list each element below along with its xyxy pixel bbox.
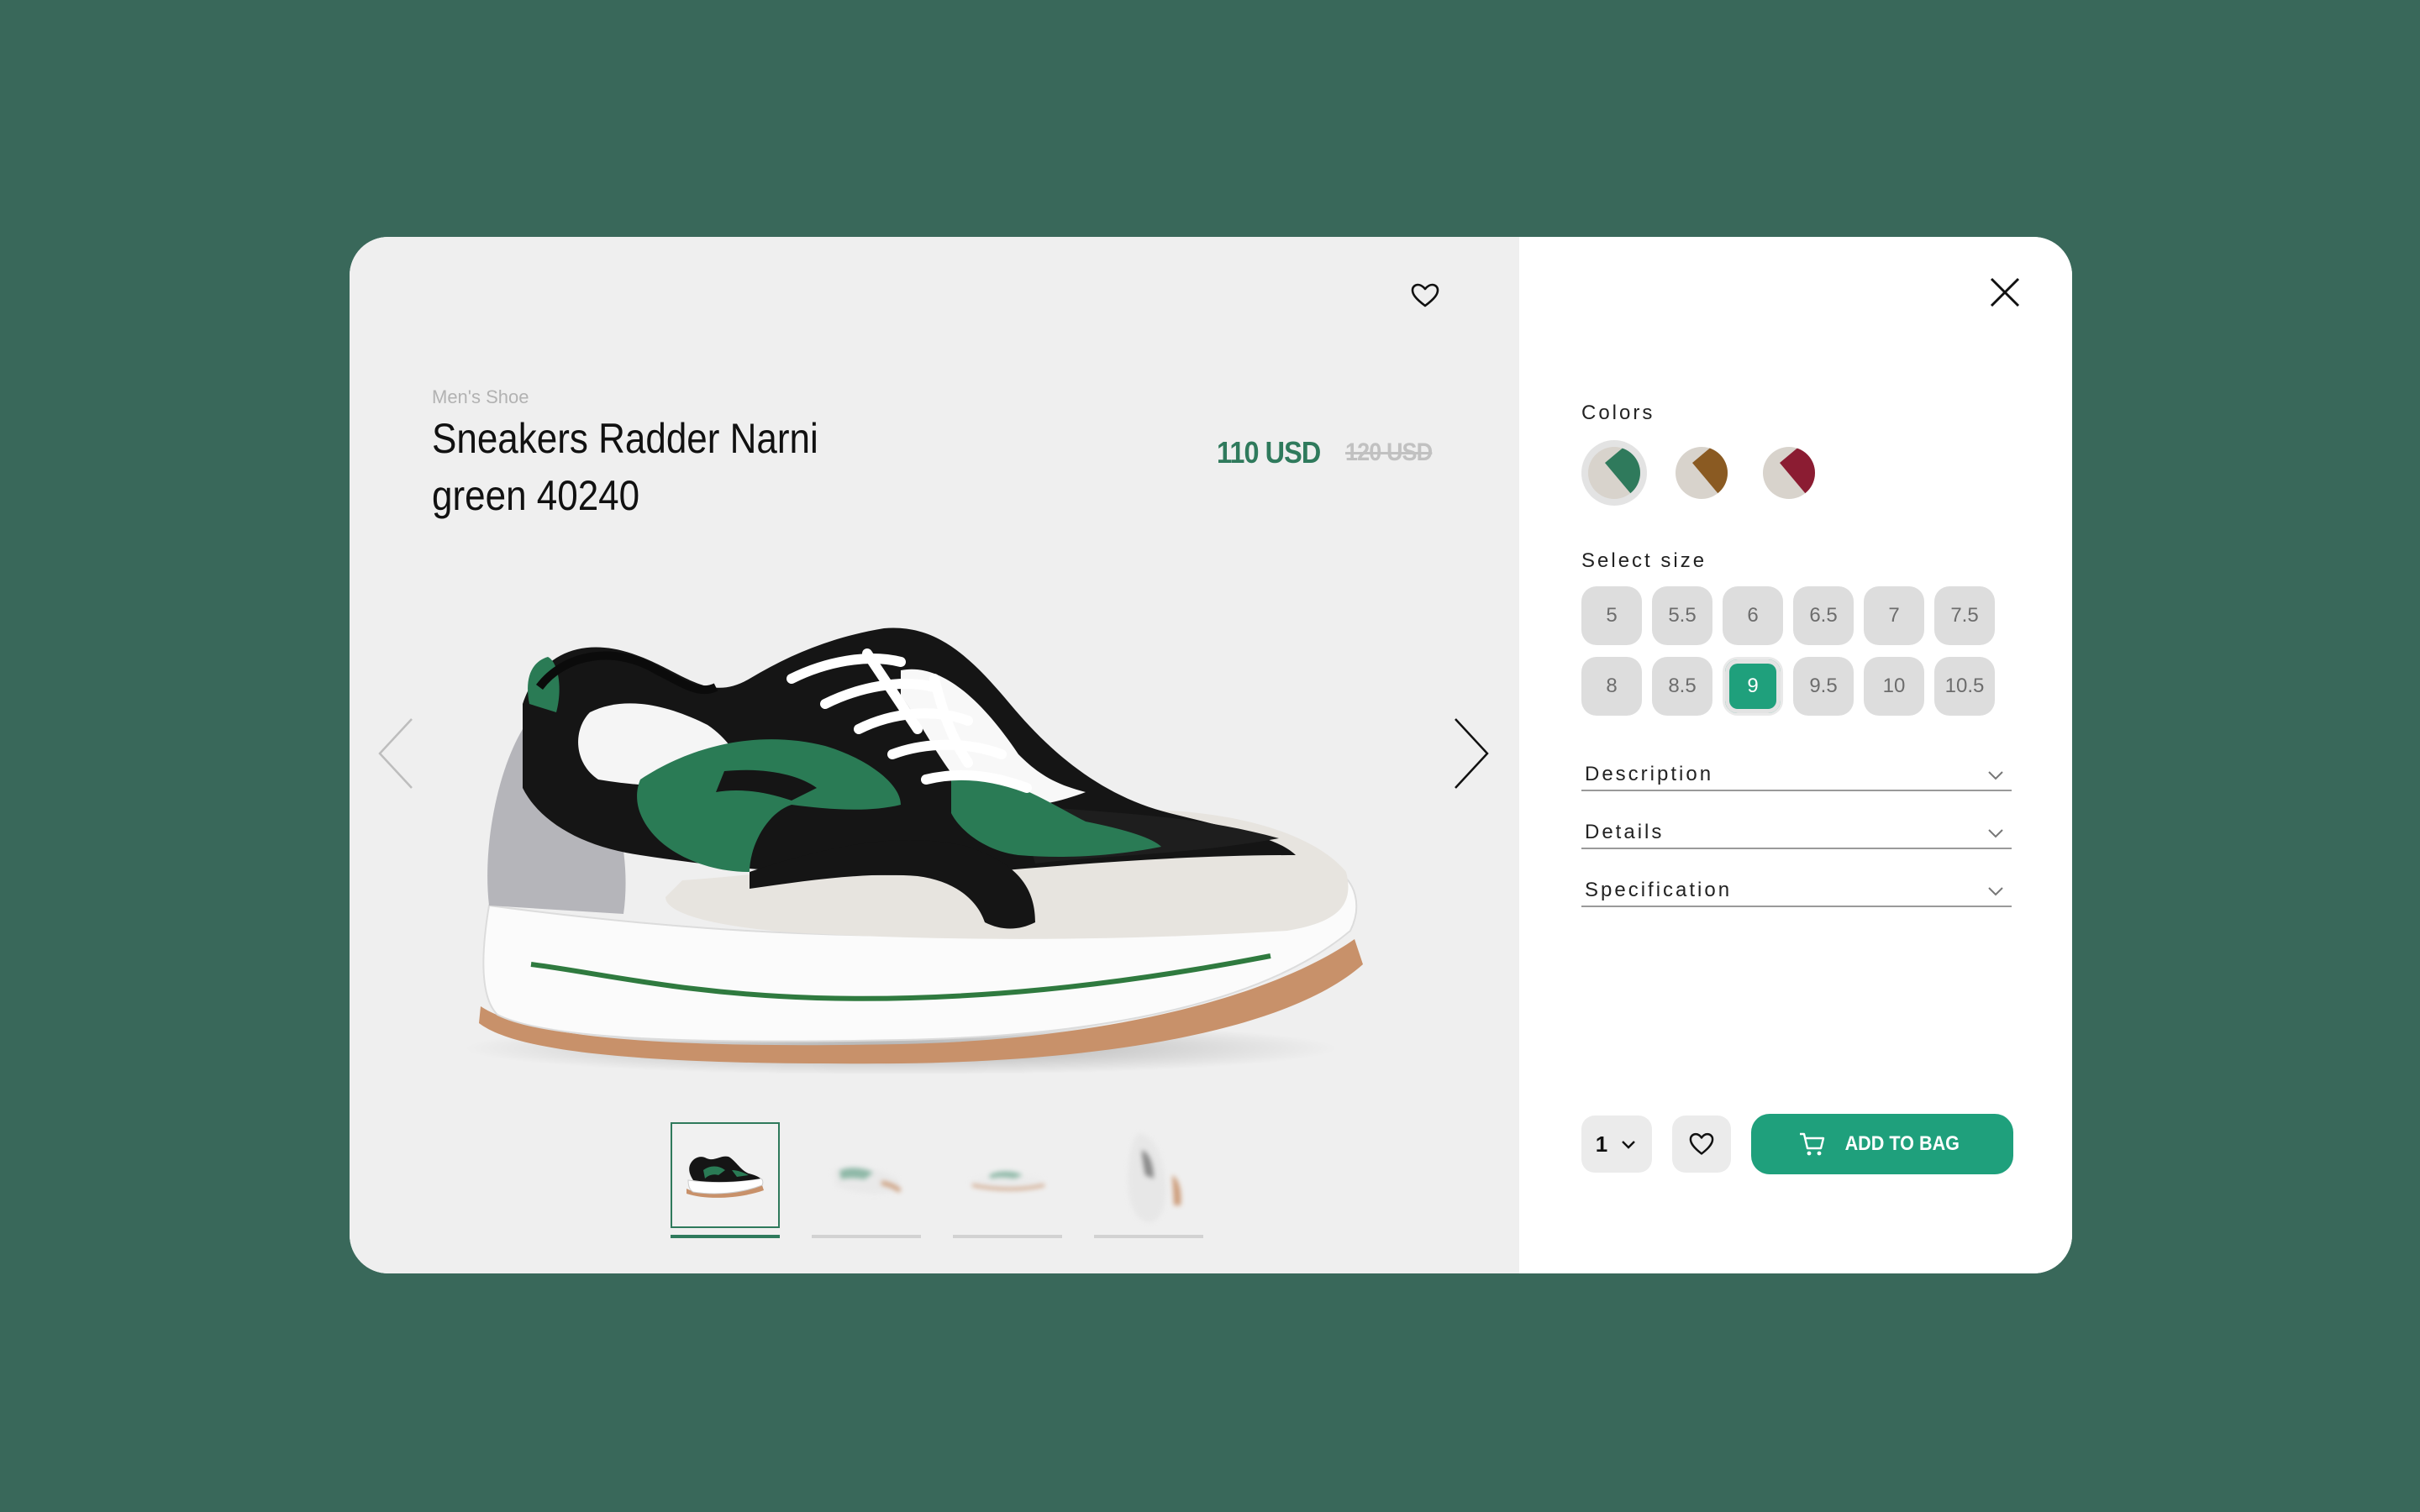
thumbnail-strip bbox=[671, 1122, 1203, 1238]
color-swatch-green[interactable] bbox=[1581, 440, 1647, 506]
cart-icon bbox=[1800, 1132, 1825, 1156]
heart-icon[interactable] bbox=[1407, 277, 1444, 314]
accordion-details[interactable]: Details bbox=[1581, 821, 2012, 849]
size-option[interactable]: 9.5 bbox=[1793, 657, 1854, 716]
thumbnail-3[interactable] bbox=[953, 1122, 1062, 1238]
add-to-bag-button[interactable]: ADD TO BAG bbox=[1751, 1114, 2013, 1174]
product-price: 110 USD bbox=[1217, 435, 1321, 470]
quantity-value: 1 bbox=[1595, 1131, 1608, 1157]
chevron-left-icon[interactable] bbox=[375, 716, 417, 791]
thumbnail-image bbox=[833, 1166, 902, 1194]
product-title: Sneakers Radder Narni green 40240 bbox=[432, 415, 818, 519]
size-option[interactable]: 10 bbox=[1864, 657, 1924, 716]
add-to-wishlist-button[interactable] bbox=[1672, 1116, 1731, 1173]
size-option[interactable]: 6.5 bbox=[1793, 586, 1854, 645]
color-swatches bbox=[1581, 440, 1822, 506]
add-to-bag-label: ADD TO BAG bbox=[1844, 1132, 1960, 1155]
color-swatch-brown[interactable] bbox=[1669, 440, 1734, 506]
chevron-down-icon bbox=[1988, 771, 2003, 780]
thumbnail-image bbox=[687, 1156, 764, 1198]
size-option[interactable]: 8 bbox=[1581, 657, 1642, 716]
chevron-down-icon bbox=[1988, 887, 2003, 896]
thumbnail-indicator bbox=[1094, 1235, 1203, 1238]
chevron-right-icon[interactable] bbox=[1450, 716, 1492, 791]
size-option-selected[interactable]: 9 bbox=[1723, 657, 1783, 716]
thumbnail-2[interactable] bbox=[812, 1122, 921, 1238]
size-option[interactable]: 7.5 bbox=[1934, 586, 1995, 645]
size-option[interactable]: 5.5 bbox=[1652, 586, 1712, 645]
close-icon[interactable] bbox=[1985, 272, 2025, 312]
quantity-select[interactable]: 1 bbox=[1581, 1116, 1652, 1173]
thumbnail-indicator bbox=[812, 1235, 921, 1238]
product-category: Men's Shoe bbox=[432, 386, 529, 407]
accordion-specification-label: Specification bbox=[1585, 879, 1733, 901]
product-old-price: 120 USD bbox=[1345, 438, 1433, 466]
chevron-down-icon bbox=[1622, 1141, 1636, 1149]
thumbnail-indicator bbox=[953, 1235, 1062, 1238]
accordion-description-label: Description bbox=[1585, 763, 1714, 785]
thumbnail-1[interactable] bbox=[671, 1122, 780, 1238]
accordion-specification[interactable]: Specification bbox=[1581, 879, 2012, 907]
chevron-down-icon bbox=[1988, 829, 2003, 838]
accordion-description[interactable]: Description bbox=[1581, 763, 2012, 791]
thumbnail-4[interactable] bbox=[1094, 1122, 1203, 1238]
product-gallery: Men's Shoe Sneakers Radder Narni green 4… bbox=[350, 237, 1519, 1273]
product-image bbox=[464, 627, 1363, 1074]
thumbnail-indicator bbox=[671, 1235, 780, 1238]
colors-label: Colors bbox=[1581, 402, 1655, 424]
size-option[interactable]: 6 bbox=[1723, 586, 1783, 645]
thumbnail-image bbox=[1128, 1133, 1181, 1223]
color-swatch-burgundy[interactable] bbox=[1756, 440, 1822, 506]
thumbnail-image bbox=[971, 1171, 1045, 1190]
accordion-details-label: Details bbox=[1585, 821, 1665, 843]
product-quick-view-modal: Men's Shoe Sneakers Radder Narni green 4… bbox=[350, 237, 2072, 1273]
size-option[interactable]: 5 bbox=[1581, 586, 1642, 645]
size-grid: 5 5.5 6 6.5 7 7.5 8 8.5 9 9.5 10 10.5 bbox=[1581, 586, 2018, 716]
size-option[interactable]: 10.5 bbox=[1934, 657, 1995, 716]
heart-icon bbox=[1689, 1132, 1714, 1155]
size-option[interactable]: 7 bbox=[1864, 586, 1924, 645]
product-options-panel: Colors Select size 5 5.5 6 6.5 7 7.5 8 8… bbox=[1519, 237, 2072, 1273]
select-size-label: Select size bbox=[1581, 549, 1707, 572]
size-option[interactable]: 8.5 bbox=[1652, 657, 1712, 716]
